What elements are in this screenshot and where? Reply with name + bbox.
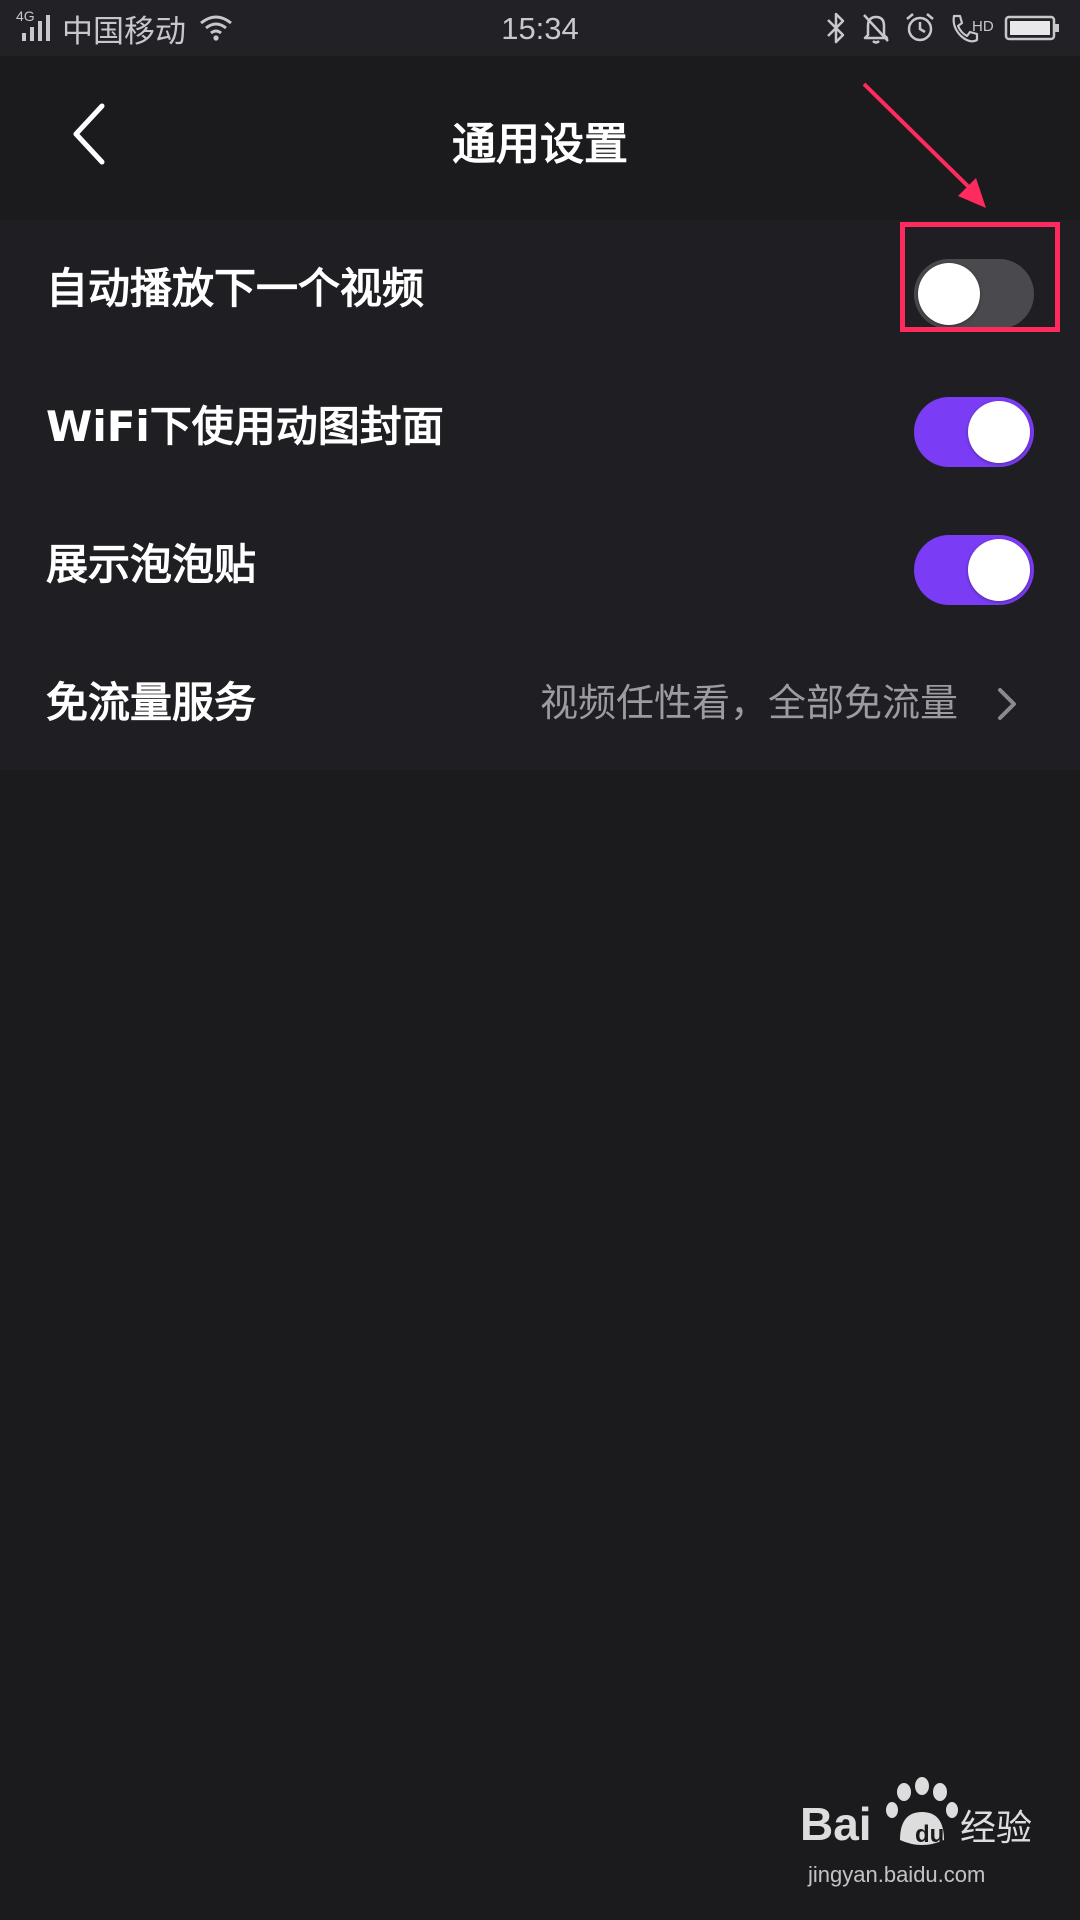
chevron-right-icon — [998, 688, 1016, 720]
toggle-knob — [968, 401, 1030, 463]
setting-row-wifi-animated-cover: WiFi下使用动图封面 — [0, 358, 1080, 496]
svg-text:du: du — [915, 1821, 944, 1848]
bluetooth-icon — [827, 12, 845, 44]
annotation-arrow-icon — [862, 82, 986, 208]
watermark-url: jingyan.baidu.com — [808, 1862, 986, 1887]
alarm-icon — [906, 13, 934, 42]
svg-text:经验: 经验 — [960, 1808, 1032, 1849]
annotation-highlight-box — [900, 222, 1060, 332]
setting-label: WiFi下使用动图封面 — [46, 402, 444, 451]
setting-row-free-data-service[interactable]: 免流量服务 视频任性看，全部免流量 — [0, 634, 1080, 772]
setting-label: 免流量服务 — [46, 678, 257, 727]
status-bar: 4G 中国移动 15:34 HD — [0, 0, 1080, 56]
setting-label: 展示泡泡贴 — [46, 540, 257, 589]
wifi-animated-cover-toggle[interactable] — [914, 397, 1034, 467]
setting-row-bubble-stickers: 展示泡泡贴 — [0, 496, 1080, 634]
baidu-logo-icon: Bai du 经验 — [800, 1777, 1032, 1850]
call-hd-indicator: HD — [948, 8, 994, 48]
toggle-knob — [968, 539, 1030, 601]
hd-label: HD — [972, 18, 994, 35]
status-right: HD — [824, 0, 1062, 56]
bubble-stickers-toggle[interactable] — [914, 535, 1034, 605]
battery-icon — [1004, 15, 1059, 41]
svg-text:Bai: Bai — [800, 1798, 872, 1850]
setting-label: 自动播放下一个视频 — [46, 264, 425, 313]
notification-off-icon — [863, 14, 889, 44]
setting-value: 视频任性看，全部免流量 — [539, 681, 958, 725]
baidu-jingyan-watermark: Bai du 经验 jingyan.baidu.com — [800, 1770, 1040, 1900]
